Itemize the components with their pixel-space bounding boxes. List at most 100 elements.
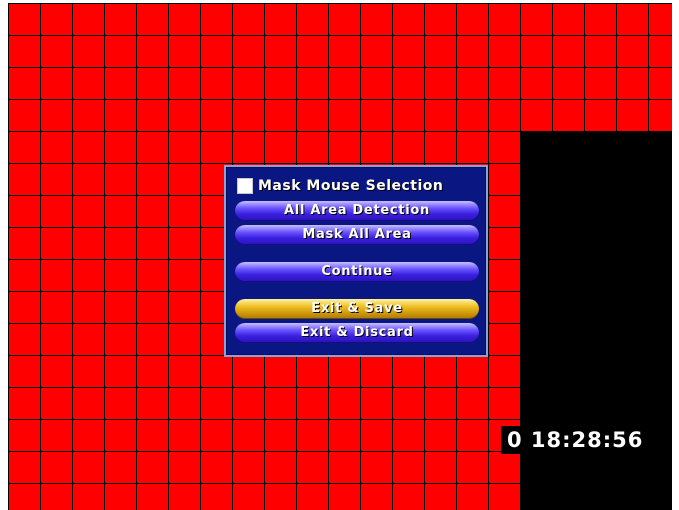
mask-cell[interactable]	[233, 68, 264, 99]
mask-cell[interactable]	[649, 484, 672, 510]
mask-cell[interactable]	[105, 100, 136, 131]
mask-cell[interactable]	[585, 164, 616, 195]
mask-cell[interactable]	[297, 4, 328, 35]
mask-cell[interactable]	[489, 4, 520, 35]
mask-cell[interactable]	[617, 260, 648, 291]
mask-cell[interactable]	[169, 228, 200, 259]
mask-cell[interactable]	[41, 292, 72, 323]
mask-cell[interactable]	[169, 100, 200, 131]
mask-cell[interactable]	[425, 420, 456, 451]
mask-cell[interactable]	[329, 484, 360, 510]
mask-cell[interactable]	[265, 36, 296, 67]
mask-cell[interactable]	[425, 356, 456, 387]
mask-cell[interactable]	[361, 484, 392, 510]
mask-cell[interactable]	[105, 356, 136, 387]
mask-cell[interactable]	[105, 196, 136, 227]
mask-cell[interactable]	[425, 68, 456, 99]
mask-cell[interactable]	[73, 356, 104, 387]
mask-cell[interactable]	[9, 356, 40, 387]
mask-cell[interactable]	[553, 196, 584, 227]
mask-cell[interactable]	[41, 36, 72, 67]
mask-cell[interactable]	[297, 452, 328, 483]
mask-cell[interactable]	[137, 260, 168, 291]
mask-cell[interactable]	[553, 324, 584, 355]
mask-cell[interactable]	[41, 356, 72, 387]
mask-cell[interactable]	[585, 324, 616, 355]
mask-cell[interactable]	[233, 484, 264, 510]
mask-cell[interactable]	[329, 100, 360, 131]
mask-cell[interactable]	[521, 196, 552, 227]
mask-cell[interactable]	[425, 100, 456, 131]
mask-cell[interactable]	[41, 484, 72, 510]
mask-cell[interactable]	[201, 36, 232, 67]
mask-cell[interactable]	[265, 132, 296, 163]
mask-cell[interactable]	[553, 356, 584, 387]
mask-cell[interactable]	[585, 132, 616, 163]
mask-cell[interactable]	[425, 132, 456, 163]
mask-cell[interactable]	[585, 228, 616, 259]
mask-cell[interactable]	[9, 260, 40, 291]
continue-button[interactable]: Continue	[235, 262, 479, 282]
mask-cell[interactable]	[617, 452, 648, 483]
mask-cell[interactable]	[649, 356, 672, 387]
mask-all-area-button[interactable]: Mask All Area	[235, 225, 479, 245]
mask-cell[interactable]	[521, 452, 552, 483]
mask-cell[interactable]	[169, 36, 200, 67]
mask-cell[interactable]	[201, 420, 232, 451]
mask-cell[interactable]	[137, 484, 168, 510]
mask-cell[interactable]	[329, 388, 360, 419]
mask-cell[interactable]	[137, 228, 168, 259]
mask-cell[interactable]	[297, 356, 328, 387]
mask-cell[interactable]	[425, 388, 456, 419]
mask-cell[interactable]	[169, 4, 200, 35]
mask-cell[interactable]	[73, 100, 104, 131]
mask-cell[interactable]	[521, 356, 552, 387]
mask-cell[interactable]	[41, 100, 72, 131]
mask-cell[interactable]	[393, 36, 424, 67]
mask-cell[interactable]	[137, 4, 168, 35]
mask-cell[interactable]	[457, 36, 488, 67]
mask-cell[interactable]	[233, 132, 264, 163]
mask-cell[interactable]	[137, 324, 168, 355]
mask-cell[interactable]	[169, 196, 200, 227]
mask-cell[interactable]	[649, 100, 672, 131]
mask-cell[interactable]	[361, 452, 392, 483]
mask-cell[interactable]	[41, 68, 72, 99]
mask-cell[interactable]	[361, 356, 392, 387]
mask-cell[interactable]	[457, 4, 488, 35]
mask-cell[interactable]	[425, 452, 456, 483]
mask-cell[interactable]	[617, 292, 648, 323]
mask-cell[interactable]	[585, 356, 616, 387]
mask-cell[interactable]	[457, 356, 488, 387]
mask-cell[interactable]	[233, 388, 264, 419]
mask-cell[interactable]	[41, 452, 72, 483]
mask-cell[interactable]	[265, 4, 296, 35]
mask-cell[interactable]	[9, 324, 40, 355]
mask-cell[interactable]	[393, 388, 424, 419]
mask-cell[interactable]	[489, 292, 520, 323]
mask-cell[interactable]	[41, 4, 72, 35]
all-area-detection-button[interactable]: All Area Detection	[235, 201, 479, 221]
mask-cell[interactable]	[393, 420, 424, 451]
mask-cell[interactable]	[137, 420, 168, 451]
mask-cell[interactable]	[41, 132, 72, 163]
mask-cell[interactable]	[329, 452, 360, 483]
mask-cell[interactable]	[73, 132, 104, 163]
mask-cell[interactable]	[137, 164, 168, 195]
mask-cell[interactable]	[553, 4, 584, 35]
exit-save-button[interactable]: Exit & Save	[235, 299, 479, 319]
mask-cell[interactable]	[361, 420, 392, 451]
mask-cell[interactable]	[105, 388, 136, 419]
mask-cell[interactable]	[297, 484, 328, 510]
mask-cell[interactable]	[617, 100, 648, 131]
mask-cell[interactable]	[137, 36, 168, 67]
mask-cell[interactable]	[553, 164, 584, 195]
mask-cell[interactable]	[489, 36, 520, 67]
mask-cell[interactable]	[617, 388, 648, 419]
mask-cell[interactable]	[265, 452, 296, 483]
mask-cell[interactable]	[201, 484, 232, 510]
mask-cell[interactable]	[9, 388, 40, 419]
mask-cell[interactable]	[553, 452, 584, 483]
mask-cell[interactable]	[329, 420, 360, 451]
mask-cell[interactable]	[553, 36, 584, 67]
